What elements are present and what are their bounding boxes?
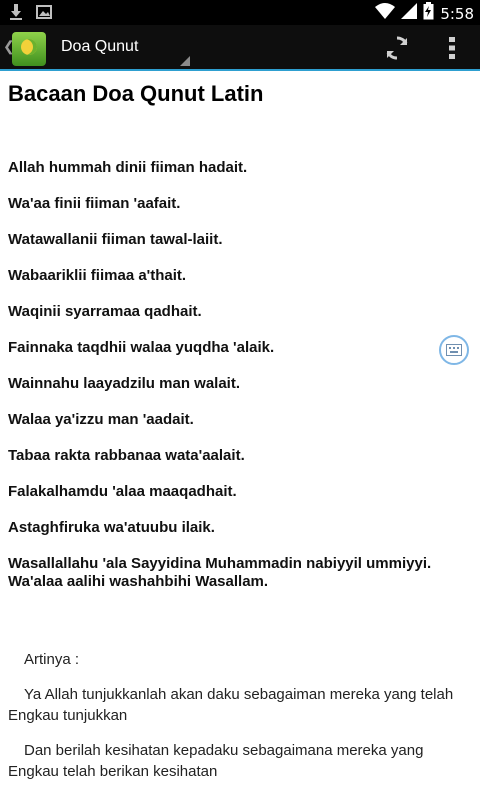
overflow-menu-button[interactable] [432,25,472,71]
translation-line: Dan berilah kesihatan kepadaku sebagaima… [8,742,424,780]
translation-label: Artinya : [24,651,80,668]
latin-line: Watawallanii fiiman tawal-laiit. [8,231,223,248]
latin-line: Walaa ya'izzu man 'aadait. [8,411,194,428]
latin-text-block: Allah hummah dinii fiiman hadait. Wa'aa … [8,159,472,609]
latin-line: Falakalhamdu 'alaa maaqadhait. [8,483,237,500]
signal-icon [401,3,418,24]
dropdown-indicator-icon[interactable] [180,56,190,66]
status-bar: 5:58 [0,0,480,25]
download-icon [10,4,22,25]
notification-icons [10,4,52,25]
wifi-icon [375,3,396,24]
latin-line: Allah hummah dinii fiiman hadait. [8,159,248,176]
latin-line: Waqinii syarramaa qadhait. [8,303,202,320]
refresh-icon [386,36,408,60]
latin-line: Wabaariklii fiimaa a'thait. [8,267,187,284]
system-icons: 5:58 [375,2,474,25]
latin-line: Wa'aa finii fiiman 'aafait. [8,195,181,212]
translation-block: Artinya : Ya Allah tunjukkanlah akan dak… [8,649,468,796]
action-bar: ❮ Doa Qunut [0,25,480,71]
translation-line: Ya Allah tunjukkanlah akan daku sebagaim… [8,686,454,724]
latin-line: Fainnaka taqdhii walaa yuqdha 'alaik. [8,339,275,356]
battery-charging-icon [423,2,434,25]
article-content[interactable]: Bacaan Doa Qunut Latin Allah hummah dini… [0,73,480,800]
refresh-button[interactable] [372,25,422,71]
app-logo-icon[interactable] [12,32,46,66]
clock-time: 5:58 [440,4,474,23]
overflow-menu-icon [449,37,455,59]
latin-line: Wasallallahu 'ala Sayyidina Muhammadin n… [8,555,432,590]
latin-line: Astaghfiruka wa'atuubu ilaik. [8,519,215,536]
latin-line: Wainnahu laayadzilu man walait. [8,375,240,392]
latin-line: Tabaa rakta rabbanaa wata'aalait. [8,447,245,464]
floating-keyboard-button[interactable] [439,335,469,365]
app-title[interactable]: Doa Qunut [61,38,138,56]
page-heading: Bacaan Doa Qunut Latin [8,81,264,106]
image-icon [36,5,52,24]
keyboard-icon [446,344,462,356]
